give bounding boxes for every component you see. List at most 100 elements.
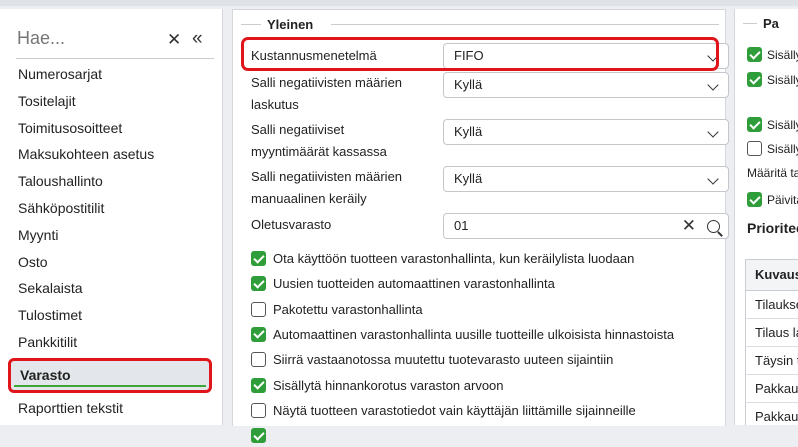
checkbox-label: Näytä tuotteen varastotiedot vain käyttä…	[273, 402, 636, 418]
sidebar-item[interactable]: Suostumukset	[0, 422, 222, 425]
negative-invoicing-row: Salli negatiivisten määrien laskutus Kyl…	[251, 72, 729, 116]
checkbox-label: Automaattinen varastonhallinta uusille t…	[273, 326, 675, 342]
table-row[interactable]: Tilaus la	[745, 319, 798, 347]
sidebar-item-label: Tositelajit	[18, 92, 76, 109]
table-row[interactable]: Pakkaus	[745, 403, 798, 425]
checkbox-checked[interactable]	[747, 117, 762, 132]
checkbox-row[interactable]: Pakotettu varastonhallinta	[251, 301, 711, 321]
sidebar-item[interactable]: Toimitusosoitteet	[0, 115, 222, 142]
table-row[interactable]: Tilaukse	[745, 291, 798, 319]
top-bar	[0, 0, 798, 6]
default-warehouse-row: Oletusvarasto 01 ✕	[251, 213, 729, 239]
sidebar-item[interactable]: Tulostimet	[0, 302, 222, 329]
checkbox-row[interactable]: Automaattinen varastonhallinta uusille t…	[251, 326, 711, 346]
sidebar-item[interactable]: Maksukohteen asetus	[0, 141, 222, 168]
sidebar-item[interactable]: Myynti	[0, 222, 222, 249]
checkbox-row[interactable]: Sisälly	[747, 116, 798, 134]
sidebar-item-label: Tulostimet	[18, 307, 83, 324]
checkbox-checked[interactable]	[251, 251, 266, 266]
chevron-down-icon	[707, 173, 719, 185]
table-row[interactable]: Pakkaus	[745, 375, 798, 403]
search-input[interactable]: Hae...	[17, 28, 65, 49]
checkbox-unchecked[interactable]	[251, 402, 266, 418]
negative-pos-sales-select[interactable]: Kyllä	[443, 119, 729, 145]
checkbox-label: Ota käyttöön tuotteen varastonhallinta, …	[273, 251, 635, 266]
checkbox-row[interactable]: Näytä tuotteen varastotiedot vain käyttä…	[251, 402, 711, 422]
sidebar-item[interactable]: Tositelajit	[0, 88, 222, 115]
checkbox-checked[interactable]	[251, 377, 266, 393]
sidebar-item[interactable]: Raporttien tekstit	[0, 395, 222, 422]
sidebar-item-label: Sähköpostitilit	[18, 199, 105, 216]
checkbox-row[interactable]: Sisälly	[747, 46, 798, 64]
table-header: Kuvaus	[745, 260, 798, 291]
checkbox-checked[interactable]	[747, 72, 762, 87]
checkbox-checked[interactable]	[251, 276, 266, 292]
secondary-settings-panel: Pa Sisälly Sisälly Sisälly Sisälly Määritä …	[734, 9, 798, 425]
field-label: Salli negatiiviset myyntimäärät kassassa	[251, 122, 387, 159]
define-label: Määritä ta	[747, 166, 798, 180]
checkbox-unchecked[interactable]	[251, 352, 266, 368]
lookup-value: 01	[454, 218, 469, 233]
checkbox-label: Uusien tuotteiden automaattinen varaston…	[273, 276, 555, 292]
checkbox-label: Pakotettu varastonhallinta	[273, 301, 423, 317]
checkbox-label: Sisällytä hinnankorotus varaston arvoon	[273, 377, 504, 393]
checkbox-checked[interactable]	[251, 326, 266, 342]
fieldset-border	[331, 24, 719, 25]
checkbox-checked[interactable]	[747, 47, 762, 62]
collapse-sidebar-icon[interactable]: «	[192, 29, 203, 48]
table-body: TilaukseTilaus laTäysin tPakkausPakkaus	[745, 291, 798, 425]
active-indicator	[14, 384, 206, 387]
checkbox-label: Sisälly	[767, 48, 798, 62]
sidebar-item-label: Myynti	[18, 226, 59, 243]
search-icon[interactable]	[707, 220, 720, 233]
sidebar-item[interactable]: Osto	[0, 249, 222, 276]
checkbox-label: Sisälly	[767, 73, 798, 87]
table-row[interactable]: Täysin t	[745, 347, 798, 375]
priority-heading: Prioritee	[747, 220, 798, 236]
checkbox-row[interactable]	[251, 427, 711, 447]
sidebar-item[interactable]: Sähköpostitilit	[0, 195, 222, 222]
field-label: Salli negatiivisten määrien manuaalinen …	[251, 169, 403, 206]
checkbox-row[interactable]: Siirrä vastaanotossa muutettu tuotevaras…	[251, 351, 711, 371]
negative-invoicing-select[interactable]: Kyllä	[443, 72, 729, 98]
checkbox-label: Sisälly	[767, 142, 798, 156]
sidebar-search: Hae... ✕ «	[16, 26, 214, 54]
checkbox-row[interactable]: Sisälly	[747, 71, 798, 89]
sidebar-item-label: Numerosarjat	[18, 66, 103, 82]
chevron-down-icon	[707, 79, 719, 91]
sidebar-item[interactable]: Taloushallinto	[0, 168, 222, 195]
sidebar-item-label: Varasto	[20, 366, 71, 383]
chevron-down-icon	[707, 126, 719, 138]
sidebar-nav: Numerosarjat Tositelajit Toimitusosoitteet…	[0, 61, 222, 425]
sidebar-item-label: Sekalaista	[18, 280, 83, 297]
checkbox-row[interactable]: Uusien tuotteiden automaattinen varaston…	[251, 275, 711, 295]
update-checkbox-row[interactable]: Päivita	[747, 191, 798, 209]
field-label: Salli negatiivisten määrien laskutus	[251, 75, 403, 112]
section-legend: Yleinen	[267, 17, 314, 32]
checkbox-row[interactable]: Sisälly	[747, 140, 798, 158]
sidebar-item-label: Raporttien tekstit	[18, 399, 124, 416]
sidebar-item[interactable]: Varasto	[8, 357, 212, 393]
clear-icon[interactable]: ✕	[682, 214, 696, 238]
section-legend: Pa	[763, 16, 779, 31]
negative-manual-picking-row: Salli negatiivisten määrien manuaalinen …	[251, 166, 729, 210]
sidebar-item-label: Pankkitilit	[18, 333, 78, 350]
sidebar-item[interactable]: Numerosarjat	[0, 61, 222, 88]
checkbox-row[interactable]: Ota käyttöön tuotteen varastonhallinta, …	[251, 250, 711, 270]
default-warehouse-lookup[interactable]: 01 ✕	[443, 213, 729, 239]
field-label: Oletusvarasto	[251, 217, 332, 232]
checkbox-unchecked[interactable]	[251, 301, 266, 317]
checkbox-unchecked[interactable]	[747, 141, 762, 156]
negative-manual-picking-select[interactable]: Kyllä	[443, 166, 729, 192]
sidebar-item[interactable]: Sekalaista	[0, 275, 222, 302]
checkbox-row[interactable]: Sisällytä hinnankorotus varaston arvoon	[251, 377, 711, 397]
checkbox-label: Päivita	[767, 193, 798, 207]
sidebar-item[interactable]: Pankkitilit	[0, 329, 222, 356]
checkbox-checked[interactable]	[747, 192, 762, 207]
search-underline	[16, 58, 214, 59]
checkbox-checked[interactable]	[251, 428, 266, 444]
clear-search-icon[interactable]: ✕	[167, 31, 181, 48]
select-value: Kyllä	[454, 124, 483, 139]
negative-pos-sales-row: Salli negatiiviset myyntimäärät kassassa…	[251, 119, 729, 163]
sidebar-item-label: Maksukohteen asetus	[18, 146, 155, 163]
